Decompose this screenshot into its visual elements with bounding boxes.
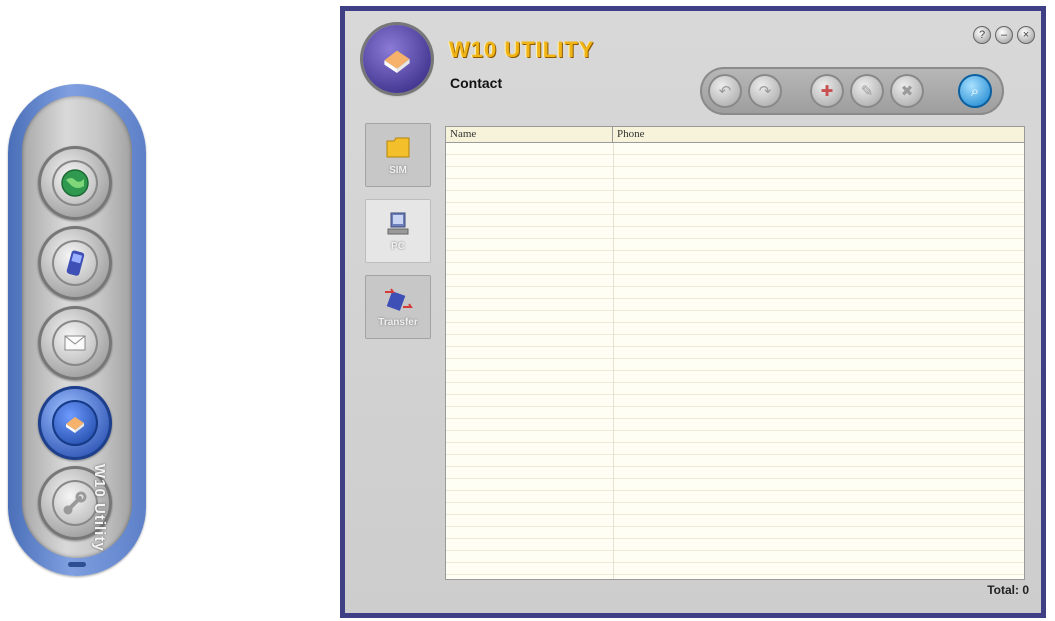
back-icon: ↶ <box>718 83 732 100</box>
app-title: W10 UTILITY <box>449 37 595 62</box>
tab-pc-label: PC <box>391 240 405 252</box>
contact-book-icon <box>384 50 410 73</box>
new-contact-button[interactable]: ✚ <box>810 74 844 108</box>
total-count: Total: 0 <box>987 583 1029 597</box>
computer-icon <box>387 212 409 234</box>
launcher-bottom-indicator <box>68 562 86 567</box>
edit-button[interactable]: ✎ <box>850 74 884 108</box>
wrench-icon <box>63 491 87 515</box>
back-button[interactable]: ↶ <box>708 74 742 108</box>
window-controls: ? – × <box>973 26 1035 44</box>
launcher-internet-button[interactable] <box>38 146 112 220</box>
search-button[interactable]: ⌕ <box>958 74 992 108</box>
envelope-icon <box>64 335 86 351</box>
delete-button[interactable]: ✖ <box>890 74 924 108</box>
tab-transfer[interactable]: Transfer <box>365 275 431 339</box>
forward-icon: ↷ <box>758 83 772 100</box>
help-button[interactable]: ? <box>973 26 991 44</box>
launcher-contact-button[interactable] <box>38 386 112 460</box>
column-header-name[interactable]: Name <box>446 127 613 142</box>
minimize-button[interactable]: – <box>995 26 1013 44</box>
tab-sim[interactable]: SIM <box>365 123 431 187</box>
source-tabs: SIM PC Transfer <box>359 123 435 351</box>
app-window: W10 UTILITY Contact ? – × ↶ ↷ ✚ ✎ ✖ ⌕ SI… <box>340 6 1046 618</box>
launcher-phone-button[interactable] <box>38 226 112 300</box>
column-separator <box>613 143 614 579</box>
launcher-message-button[interactable] <box>38 306 112 380</box>
close-button[interactable]: × <box>1017 26 1035 44</box>
table-header: Name Phone <box>446 127 1024 143</box>
globe-icon <box>61 169 89 197</box>
sim-card-icon <box>386 137 410 157</box>
new-contact-icon: ✚ <box>820 83 834 100</box>
contact-table[interactable]: Name Phone <box>445 126 1025 580</box>
forward-button[interactable]: ↷ <box>748 74 782 108</box>
tab-sim-label: SIM <box>389 164 407 176</box>
phone-icon <box>66 250 85 276</box>
tab-pc[interactable]: PC <box>365 199 431 263</box>
transfer-icon <box>385 287 413 311</box>
column-header-phone[interactable]: Phone <box>613 127 1024 142</box>
tab-transfer-label: Transfer <box>378 316 418 328</box>
edit-icon: ✎ <box>860 83 874 100</box>
launcher-vertical-label: W10 Utility <box>91 464 108 552</box>
toolbar: ↶ ↷ ✚ ✎ ✖ ⌕ <box>700 67 1004 115</box>
contact-book-icon <box>66 417 84 433</box>
table-body[interactable] <box>446 143 1024 579</box>
launcher-bar: W10 Utility <box>8 84 146 576</box>
window-body: W10 UTILITY Contact ? – × ↶ ↷ ✚ ✎ ✖ ⌕ SI… <box>345 11 1041 613</box>
delete-icon: ✖ <box>900 83 914 100</box>
search-icon: ⌕ <box>970 82 980 100</box>
page-title: Contact <box>450 75 503 91</box>
app-logo <box>363 25 431 93</box>
